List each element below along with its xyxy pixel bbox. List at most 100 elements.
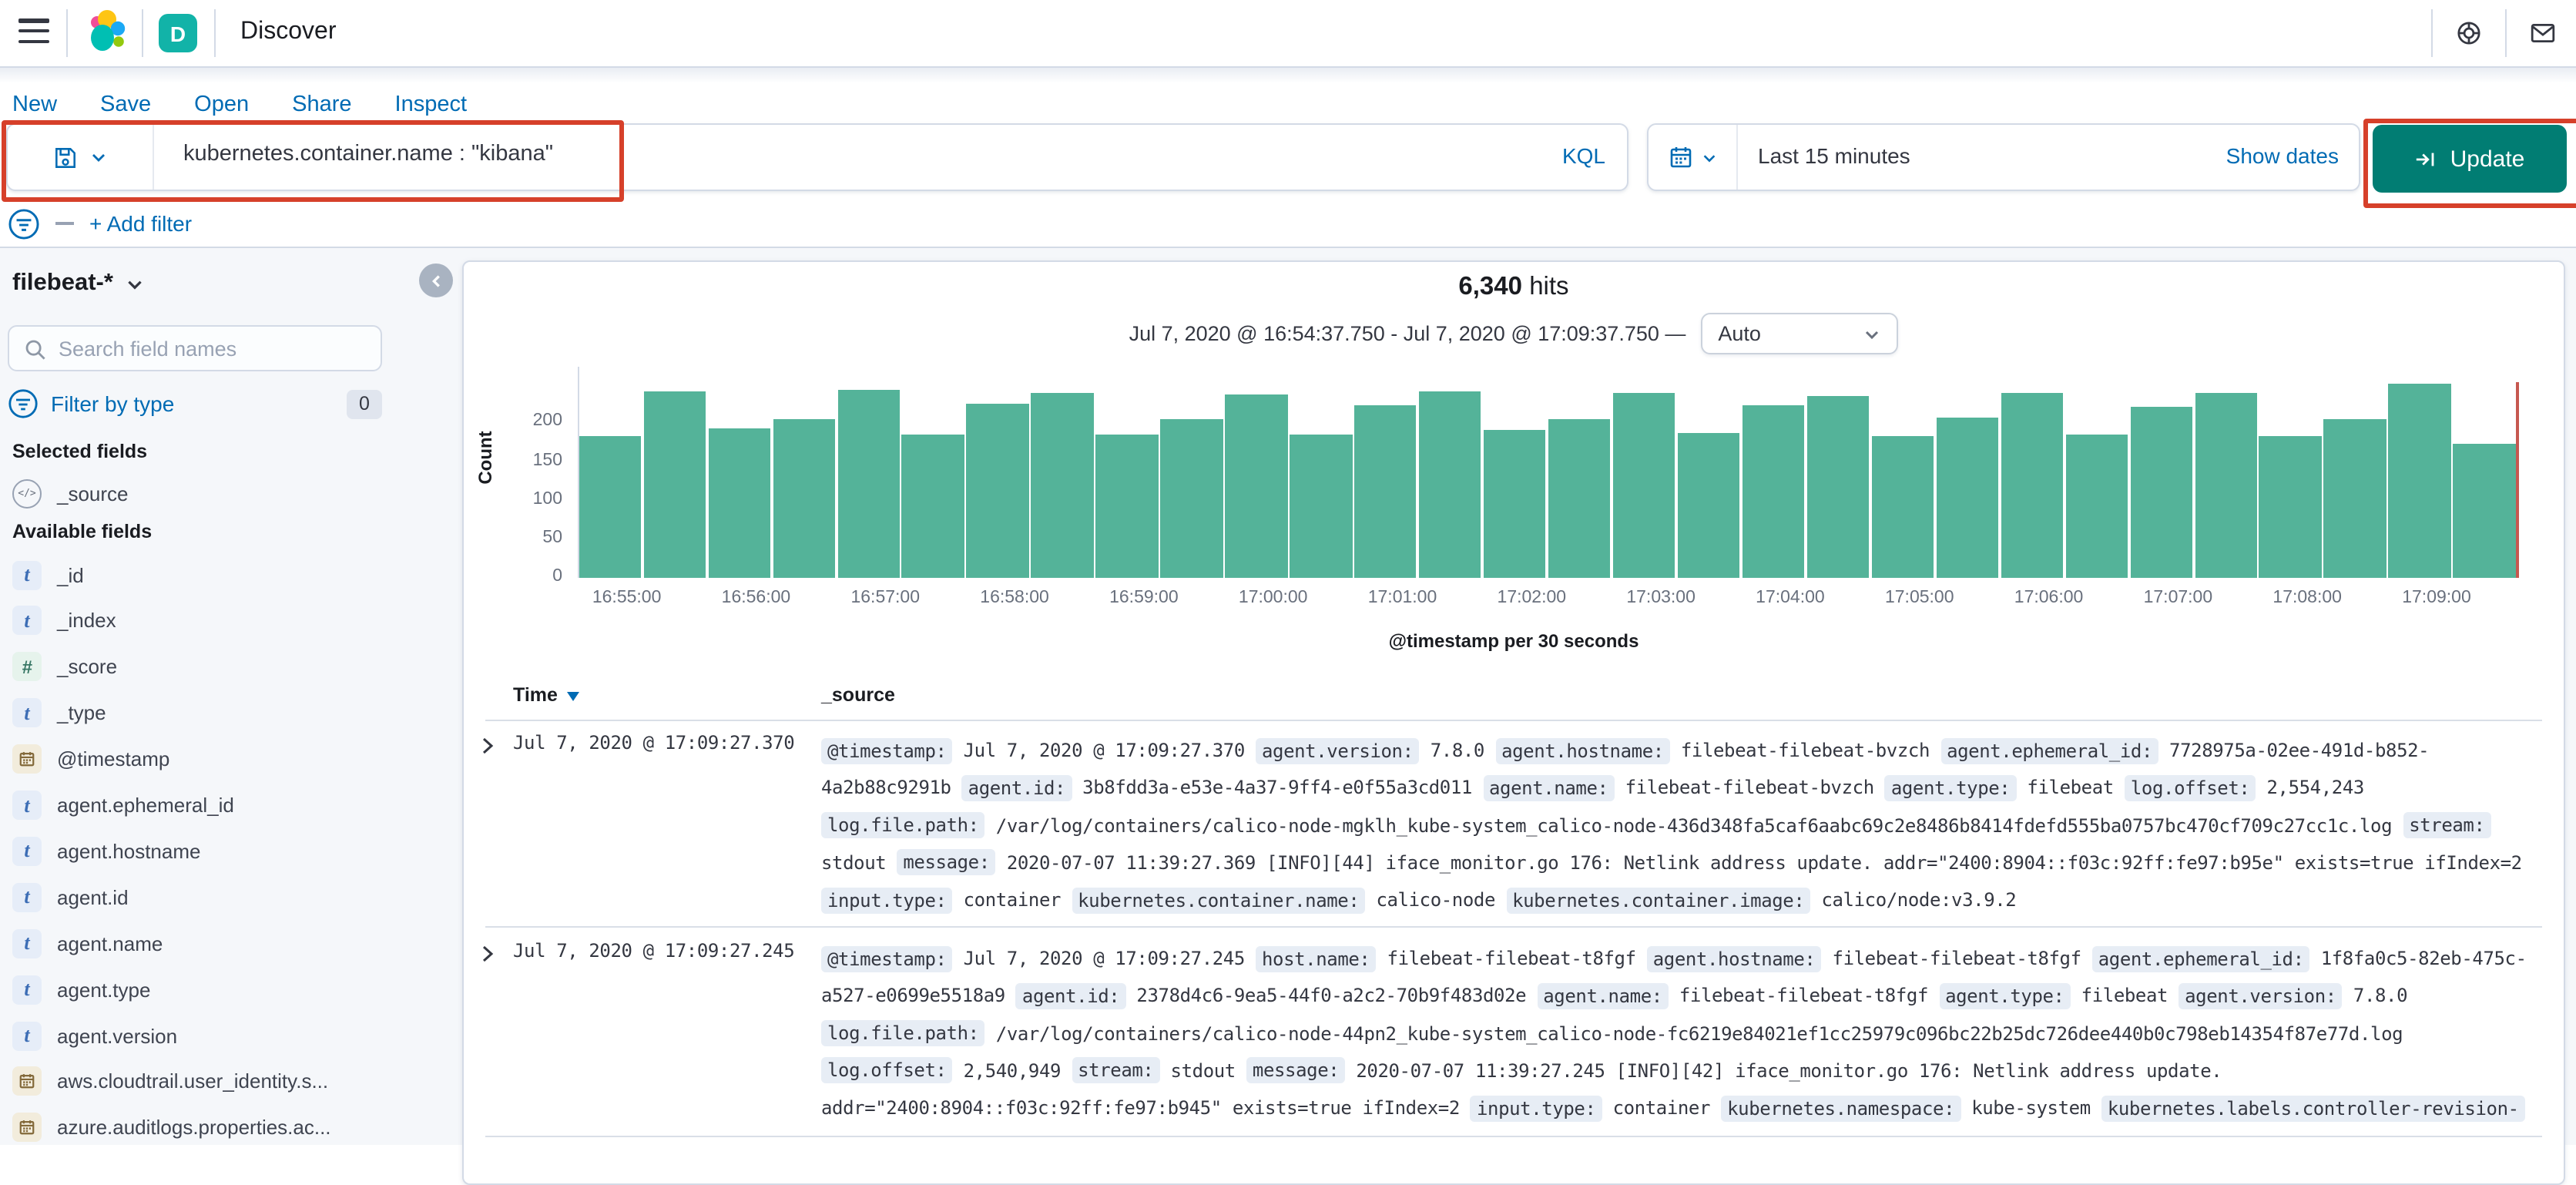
histogram-bar[interactable] bbox=[1484, 430, 1546, 578]
histogram-bar[interactable] bbox=[1612, 393, 1675, 578]
field-key-badge[interactable]: agent.version: bbox=[2179, 982, 2343, 1009]
field-item[interactable]: t agent.type bbox=[12, 972, 428, 1006]
histogram-bar[interactable] bbox=[1095, 434, 1159, 578]
add-filter-button[interactable]: + Add filter bbox=[89, 211, 192, 236]
field-key-badge[interactable]: agent.hostname: bbox=[1646, 945, 1822, 972]
histogram-bar[interactable] bbox=[1806, 395, 1870, 578]
field-key-badge[interactable]: kubernetes.labels.controller-revision- bbox=[2101, 1095, 2525, 1122]
field-key-badge[interactable]: message: bbox=[897, 849, 996, 876]
histogram-bar[interactable] bbox=[2453, 444, 2516, 578]
field-key-badge[interactable]: @timestamp: bbox=[821, 945, 953, 972]
histogram-bar[interactable] bbox=[2259, 435, 2322, 578]
search-field-names-input[interactable]: Search field names bbox=[8, 325, 382, 371]
histogram-bar[interactable] bbox=[901, 434, 964, 578]
field-item[interactable]: t agent.name bbox=[12, 926, 428, 960]
column-header-time[interactable]: Time bbox=[513, 684, 581, 706]
histogram-bar[interactable] bbox=[579, 435, 642, 578]
update-button[interactable]: Update bbox=[2373, 125, 2567, 193]
field-key-badge[interactable]: agent.ephemeral_id: bbox=[1940, 737, 2158, 764]
saved-query-menu-button[interactable] bbox=[8, 125, 154, 190]
index-pattern-selector[interactable]: filebeat-* bbox=[12, 270, 146, 297]
help-icon[interactable] bbox=[2456, 20, 2482, 46]
filter-by-type-button[interactable]: Filter by type 0 bbox=[8, 387, 382, 421]
field-key-badge[interactable]: log.offset: bbox=[2124, 774, 2256, 801]
expand-row-button[interactable] bbox=[478, 943, 496, 971]
histogram-bar[interactable] bbox=[2323, 418, 2386, 578]
field-item[interactable]: t _type bbox=[12, 696, 428, 730]
field-item[interactable]: </> _source bbox=[12, 476, 428, 510]
histogram-bar[interactable] bbox=[1225, 394, 1288, 578]
toolbar-link-open[interactable]: Open bbox=[194, 92, 249, 117]
field-item[interactable]: t _index bbox=[12, 604, 428, 638]
field-key-badge[interactable]: agent.name: bbox=[1537, 982, 1669, 1009]
field-key-badge[interactable]: kubernetes.container.name: bbox=[1072, 887, 1366, 914]
histogram-bar[interactable] bbox=[643, 391, 706, 578]
doc-time-cell[interactable]: Jul 7, 2020 @ 17:09:27.370 bbox=[513, 732, 795, 754]
query-language-kql-button[interactable]: KQL bbox=[1562, 143, 1605, 168]
field-key-badge[interactable]: agent.name: bbox=[1483, 774, 1615, 801]
field-key-badge[interactable]: stream: bbox=[1072, 1057, 1160, 1084]
histogram-bar[interactable] bbox=[1936, 418, 1999, 578]
query-input[interactable]: kubernetes.container.name : "kibana" bbox=[183, 142, 553, 166]
histogram-bar[interactable] bbox=[1160, 418, 1223, 578]
field-key-badge[interactable]: agent.id: bbox=[961, 774, 1072, 801]
toolbar-link-inspect[interactable]: Inspect bbox=[395, 92, 468, 117]
histogram-bar[interactable] bbox=[773, 418, 835, 578]
histogram-bar[interactable] bbox=[837, 389, 900, 578]
toolbar-link-new[interactable]: New bbox=[12, 92, 57, 117]
field-key-badge[interactable]: message: bbox=[1246, 1057, 1346, 1084]
histogram-bar[interactable] bbox=[1677, 432, 1740, 578]
field-key-badge[interactable]: log.file.path: bbox=[821, 1020, 985, 1047]
field-item[interactable]: @timestamp bbox=[12, 742, 428, 776]
expand-row-button[interactable] bbox=[478, 735, 496, 763]
histogram-bar[interactable] bbox=[1871, 435, 1934, 578]
field-item[interactable]: # _score bbox=[12, 650, 428, 684]
histogram-bar[interactable] bbox=[1290, 434, 1353, 578]
field-item[interactable]: azure.auditlogs.properties.ac... bbox=[12, 1111, 428, 1145]
show-dates-button[interactable]: Show dates bbox=[2226, 143, 2339, 168]
histogram-bar[interactable] bbox=[1031, 393, 1094, 578]
histogram-bar[interactable] bbox=[708, 428, 770, 578]
interval-select[interactable]: Auto bbox=[1701, 313, 1899, 354]
field-key-badge[interactable]: kubernetes.namespace: bbox=[1721, 1095, 1961, 1122]
newsfeed-mail-icon[interactable] bbox=[2530, 20, 2556, 46]
field-key-badge[interactable]: kubernetes.container.image: bbox=[1506, 887, 1811, 914]
toolbar-link-save[interactable]: Save bbox=[100, 92, 151, 117]
space-badge[interactable]: D bbox=[159, 14, 197, 52]
field-key-badge[interactable]: @timestamp: bbox=[821, 737, 953, 764]
field-item[interactable]: t agent.hostname bbox=[12, 834, 428, 868]
field-item[interactable]: t _id bbox=[12, 558, 428, 592]
field-key-badge[interactable]: input.type: bbox=[821, 887, 953, 914]
field-key-badge[interactable]: agent.type: bbox=[1884, 774, 2017, 801]
histogram-bar[interactable] bbox=[2065, 434, 2128, 578]
collapse-sidebar-button[interactable] bbox=[419, 264, 453, 297]
field-item[interactable]: t agent.id bbox=[12, 881, 428, 915]
histogram-bar[interactable] bbox=[1548, 418, 1611, 578]
field-key-badge[interactable]: log.file.path: bbox=[821, 812, 985, 839]
filter-circle-icon[interactable] bbox=[8, 207, 40, 240]
field-item[interactable]: t agent.version bbox=[12, 1019, 428, 1052]
histogram-bar[interactable] bbox=[1419, 391, 1481, 578]
field-key-badge[interactable]: agent.type: bbox=[1939, 982, 2071, 1009]
histogram-bar[interactable] bbox=[1742, 405, 1805, 578]
field-key-badge[interactable]: host.name: bbox=[1255, 945, 1377, 972]
histogram-bar[interactable] bbox=[2388, 384, 2451, 578]
doc-time-cell[interactable]: Jul 7, 2020 @ 17:09:27.245 bbox=[513, 940, 795, 962]
histogram-bar[interactable] bbox=[1354, 405, 1417, 578]
field-item[interactable]: aws.cloudtrail.user_identity.s... bbox=[12, 1065, 428, 1099]
field-key-badge[interactable]: stream: bbox=[2403, 812, 2491, 839]
elastic-logo-icon[interactable] bbox=[82, 8, 131, 57]
field-key-badge[interactable]: agent.ephemeral_id: bbox=[2091, 945, 2310, 972]
time-range-value[interactable]: Last 15 minutes bbox=[1758, 143, 1910, 168]
field-item[interactable]: t agent.ephemeral_id bbox=[12, 788, 428, 822]
field-key-badge[interactable]: input.type: bbox=[1470, 1095, 1602, 1122]
field-key-badge[interactable]: agent.id: bbox=[1015, 982, 1126, 1009]
menu-hamburger-icon[interactable] bbox=[18, 18, 49, 45]
histogram-bar[interactable] bbox=[2195, 393, 2257, 578]
histogram-bar[interactable] bbox=[966, 403, 1029, 578]
toolbar-link-share[interactable]: Share bbox=[292, 92, 351, 117]
field-key-badge[interactable]: agent.hostname: bbox=[1495, 737, 1670, 764]
field-key-badge[interactable]: agent.version: bbox=[1255, 737, 1420, 764]
histogram-bar[interactable] bbox=[2001, 393, 2064, 578]
histogram-bar[interactable] bbox=[2130, 406, 2192, 578]
